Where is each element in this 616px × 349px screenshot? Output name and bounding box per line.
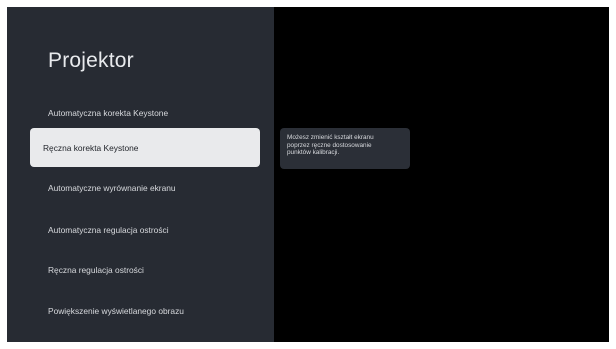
menu-item-manual-focus[interactable]: Ręczna regulacja ostrości [30, 250, 260, 289]
menu-item-auto-screen-fit[interactable]: Automatyczne wyrównanie ekranu [30, 168, 260, 207]
menu-item-auto-keystone[interactable]: Automatyczna korekta Keystone [30, 93, 260, 132]
description-tooltip: Możesz zmienić kształt ekranu poprzez rę… [280, 128, 410, 169]
menu-item-label: Automatyczne wyrównanie ekranu [48, 182, 176, 193]
menu-item-label: Ręczna korekta Keystone [43, 142, 139, 153]
settings-menu: Automatyczna korekta Keystone Ręczna kor… [7, 7, 274, 342]
menu-item-label: Automatyczna korekta Keystone [48, 107, 169, 118]
menu-item-manual-keystone[interactable]: Ręczna korekta Keystone [30, 128, 260, 167]
settings-panel: Projektor Automatyczna korekta Keystone … [7, 7, 274, 342]
menu-item-label: Ręczna regulacja ostrości [48, 264, 144, 275]
menu-item-label: Powiększenie wyświetlanego obrazu [48, 305, 184, 316]
menu-item-image-zoom[interactable]: Powiększenie wyświetlanego obrazu [30, 291, 260, 330]
tv-screen: Projektor Automatyczna korekta Keystone … [7, 7, 609, 342]
tooltip-text: Możesz zmienić kształt ekranu poprzez rę… [287, 134, 374, 157]
menu-item-label: Automatyczna regulacja ostrości [48, 224, 169, 235]
menu-item-auto-focus[interactable]: Automatyczna regulacja ostrości [30, 210, 260, 249]
